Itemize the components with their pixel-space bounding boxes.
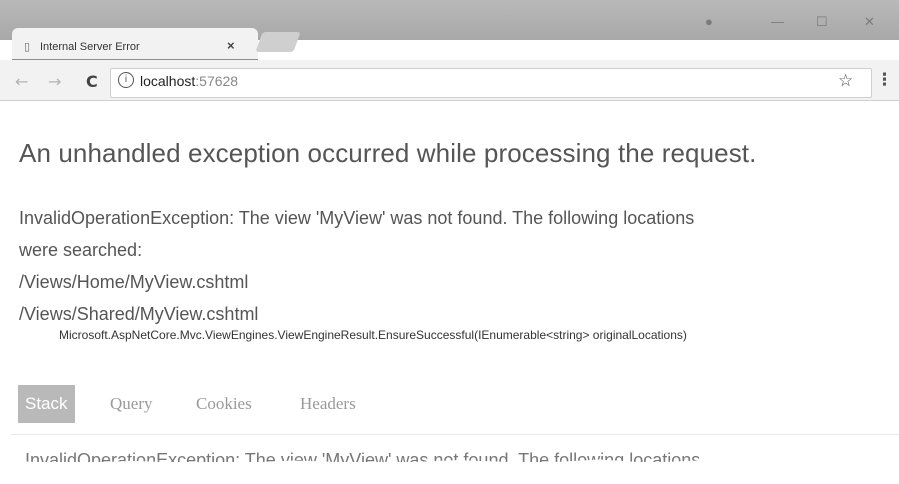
torn-edge (0, 462, 899, 484)
reload-icon[interactable]: C (86, 72, 98, 91)
exception-location: Microsoft.AspNetCore.Mvc.ViewEngines.Vie… (59, 328, 687, 342)
message-line: /Views/Shared/MyView.cshtml (19, 304, 259, 324)
url-port: :57628 (195, 73, 239, 89)
message-line: /Views/Home/MyView.cshtml (19, 272, 249, 292)
maximize-icon[interactable]: ☐ (816, 14, 828, 30)
tab-stack[interactable]: Stack (18, 385, 75, 423)
back-arrow-icon[interactable]: ← (15, 72, 28, 91)
tab-headers[interactable]: Headers (300, 385, 356, 423)
tab-cookies[interactable]: Cookies (196, 385, 252, 423)
profile-icon[interactable]: ● (705, 14, 713, 29)
tab-title: Internal Server Error (40, 41, 140, 53)
message-line: were searched: (19, 240, 143, 260)
page-icon: ▯ (24, 40, 31, 53)
close-icon[interactable]: × (227, 38, 235, 53)
window-close-icon[interactable]: ✕ (864, 14, 875, 30)
page-title: An unhandled exception occurred while pr… (19, 138, 757, 168)
kebab-menu-icon[interactable]: ⋮ (876, 70, 893, 90)
divider (11, 434, 899, 435)
forward-arrow-icon[interactable]: → (48, 72, 61, 91)
exception-message: InvalidOperationException: The view 'MyV… (19, 202, 859, 330)
tab-query[interactable]: Query (110, 385, 152, 423)
minimize-icon[interactable]: — (771, 14, 784, 29)
info-icon[interactable]: i (118, 72, 134, 88)
url-host: localhost (140, 73, 196, 89)
message-line: InvalidOperationException: The view 'MyV… (19, 208, 695, 228)
star-icon[interactable]: ☆ (838, 71, 853, 91)
url-text[interactable]: localhost:57628 (140, 73, 238, 89)
new-tab-button[interactable] (255, 32, 301, 52)
